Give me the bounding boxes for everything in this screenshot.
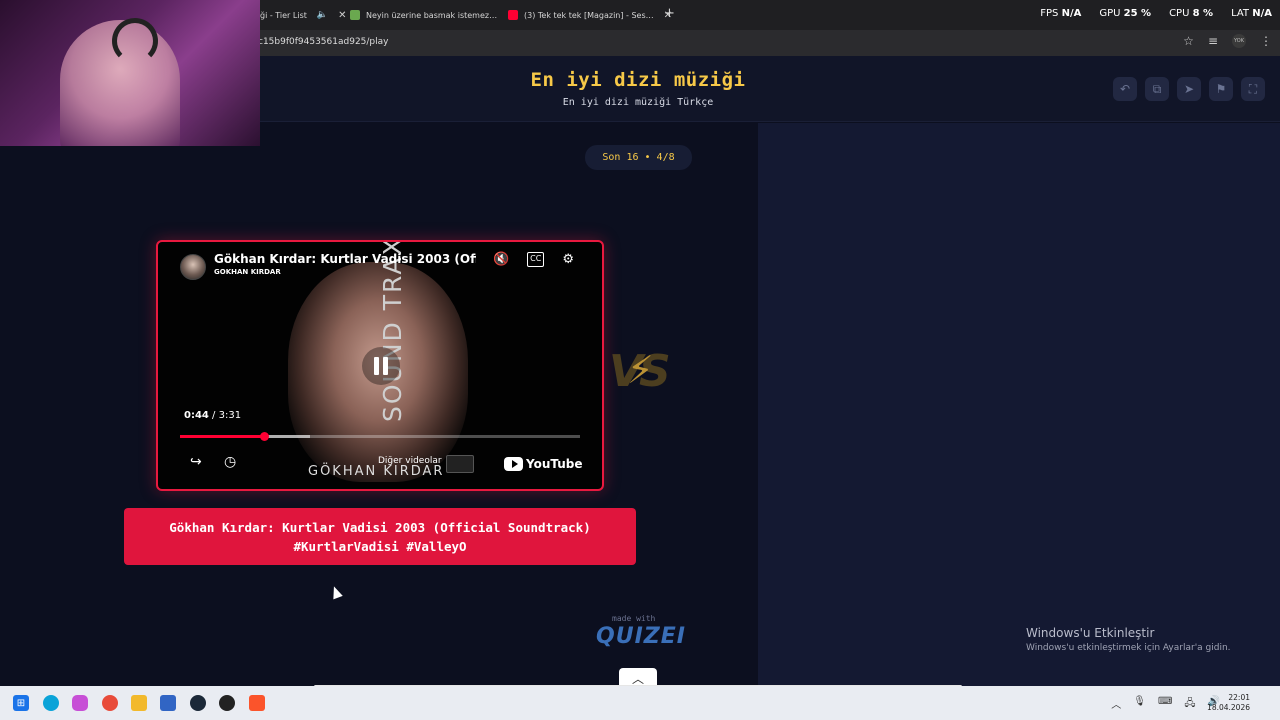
profile-avatar[interactable]: YOK — [1232, 34, 1246, 48]
copilot-icon[interactable] — [72, 695, 88, 711]
share-button[interactable]: ⧉ — [1145, 77, 1169, 101]
clock-date: 18.04.2026 — [1207, 703, 1250, 712]
video-title[interactable]: Gökhan Kırdar: Kurtlar Vadisi 2003 (Offi… — [214, 252, 476, 266]
fps-stat: FPS N/A — [1040, 8, 1082, 19]
store-icon[interactable] — [160, 695, 176, 711]
more-videos-thumbnail[interactable] — [446, 455, 474, 473]
video-time: 0:44 / 3:31 — [184, 410, 242, 421]
undo-button[interactable]: ↶ — [1113, 77, 1137, 101]
tab-youtube[interactable]: (3) Tek tek tek [Magazin] - Ses… ✕ — [508, 4, 672, 26]
artist-signature: GÖKHAN KIRDAR — [308, 464, 445, 479]
close-icon[interactable]: ✕ — [338, 10, 346, 21]
scrubber-knob[interactable] — [260, 432, 269, 441]
bookmark-star-icon[interactable]: ☆ — [1183, 34, 1194, 48]
keyboard-icon[interactable]: ⌨ — [1158, 696, 1172, 713]
quizei-logo[interactable]: QUIZEI — [596, 624, 686, 649]
taskbar-clock[interactable]: 22:01 18.04.2026 — [1207, 693, 1250, 713]
speaker-icon: 🔈 — [316, 10, 329, 20]
captions-icon[interactable]: CC — [527, 252, 545, 267]
round-progress-badge: Son 16 • 4/8 — [585, 145, 692, 170]
played-bar — [180, 435, 264, 438]
youtube-wordmark: YouTube — [526, 457, 583, 471]
performance-overlay: FPS N/A GPU 25 % CPU 8 % LAT N/A — [1040, 8, 1272, 19]
video-progress-bar[interactable] — [180, 432, 580, 441]
address-bar-actions: ☆ ≡ YOK ⋮ — [1183, 34, 1272, 48]
chevron-up-icon[interactable]: ︿ — [1111, 696, 1121, 713]
video-channel[interactable]: GOKHAN KIRDAR — [214, 268, 281, 276]
lat-stat: LAT N/A — [1231, 8, 1272, 19]
pause-icon — [374, 357, 379, 375]
more-videos-label[interactable]: Diğer videolar — [378, 456, 442, 466]
header-actions: ↶ ⧉ ➤ ⚑ ⛶ — [1113, 77, 1265, 101]
quiz-page: En iyi dizi müziği En iyi dizi müziği Tü… — [0, 56, 1280, 688]
send-button[interactable]: ➤ — [1177, 77, 1201, 101]
file-explorer-icon[interactable] — [131, 695, 147, 711]
share-arrow-icon[interactable]: ↪ — [190, 454, 202, 470]
webcam-overlay — [0, 0, 260, 146]
gpu-stat: GPU 25 % — [1099, 8, 1152, 19]
url-field[interactable]: c15b9f0f9453561ad925/play — [258, 37, 388, 47]
channel-avatar[interactable] — [180, 254, 206, 280]
network-icon[interactable]: 🖧 — [1184, 696, 1195, 713]
windows-taskbar: ⊞ ︿ 🎙 ⌨ 🖧 🔊 22:01 18.04.2026 — [0, 686, 1280, 720]
menu-icon[interactable]: ⋮ — [1260, 34, 1272, 48]
chrome-icon[interactable] — [102, 695, 118, 711]
lightning-bolt-icon: ⚡ — [627, 348, 654, 392]
app-icon[interactable] — [219, 695, 235, 711]
made-with-label: made with — [612, 614, 656, 623]
microphone-icon[interactable]: 🎙 — [1133, 696, 1146, 713]
clock-time: 22:01 — [1228, 693, 1250, 702]
current-time: 0:44 — [184, 410, 209, 421]
chevron-up-icon: ︿ — [631, 671, 644, 686]
edge-icon[interactable] — [43, 695, 59, 711]
cpu-stat: CPU 8 % — [1169, 8, 1214, 19]
youtube-play-icon — [504, 457, 523, 471]
video-top-controls: 🔇 CC ⚙ — [493, 252, 574, 267]
steam-icon[interactable] — [190, 695, 206, 711]
fullscreen-icon: ⛶ — [1248, 81, 1258, 96]
fullscreen-button[interactable]: ⛶ — [1241, 77, 1265, 101]
youtube-favicon-icon — [508, 10, 518, 20]
tab-label: ği - Tier List — [260, 10, 307, 20]
send-icon: ➤ — [1183, 82, 1195, 96]
share-icon: ⧉ — [1152, 81, 1162, 96]
windows-activation-title: Windows'u Etkinleştir — [1026, 626, 1155, 640]
right-empty-pane — [758, 123, 1280, 686]
pause-button[interactable] — [362, 347, 400, 385]
media-control-icon[interactable]: ≡ — [1208, 34, 1218, 48]
song-choice-button[interactable]: Gökhan Kırdar: Kurtlar Vadisi 2003 (Offi… — [124, 508, 636, 565]
mouse-cursor-icon — [329, 584, 343, 600]
new-tab-button[interactable]: + — [664, 6, 675, 21]
undo-icon: ↶ — [1119, 82, 1131, 96]
mute-icon[interactable]: 🔇 — [493, 252, 509, 267]
youtube-logo[interactable]: YouTube — [504, 457, 583, 471]
tab-label: (3) Tek tek tek [Magazin] - Ses… — [524, 10, 654, 20]
headset-icon — [112, 18, 158, 64]
system-tray: ︿ 🎙 ⌨ 🖧 🔊 — [1111, 696, 1220, 713]
windows-start-icon[interactable]: ⊞ — [13, 695, 29, 711]
versus-logo: VS ⚡ — [609, 346, 671, 397]
flag-icon: ⚑ — [1215, 82, 1227, 96]
duration: 3:31 — [218, 410, 242, 421]
watch-later-clock-icon[interactable]: ◷ — [224, 454, 236, 470]
windows-activation-subtitle: Windows'u etkinleştirmek için Ayarlar'a … — [1026, 643, 1231, 653]
brave-icon[interactable] — [249, 695, 265, 711]
tab-tier-list[interactable]: ği - Tier List 🔈 ✕ — [260, 4, 346, 26]
youtube-player[interactable]: SOUND TRAX Gökhan Kırdar: Kurtlar Vadisi… — [156, 240, 604, 491]
tab-label: Neyin üzerine basmak istemez… — [366, 10, 498, 20]
tab-neyin[interactable]: Neyin üzerine basmak istemez… ✕ — [350, 4, 516, 26]
flag-button[interactable]: ⚑ — [1209, 77, 1233, 101]
settings-gear-icon[interactable]: ⚙ — [562, 252, 574, 267]
favicon-icon — [350, 10, 360, 20]
